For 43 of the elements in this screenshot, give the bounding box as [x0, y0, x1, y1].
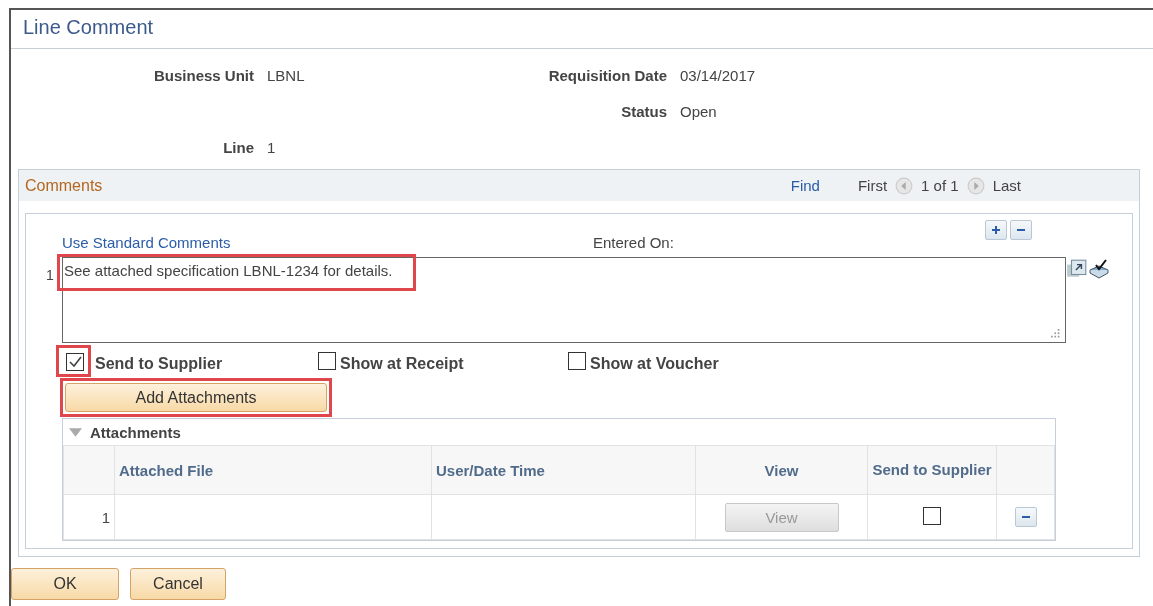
- group-title: Comments: [24, 176, 103, 195]
- field-label: Line: [223, 139, 254, 156]
- column-header: Send to Supplier: [867, 445, 997, 495]
- column-header: User/Date Time: [431, 445, 696, 495]
- minus-icon: [1016, 228, 1026, 232]
- field-label: Status: [621, 103, 667, 120]
- add-attachments-button[interactable]: Add Attachments: [65, 383, 327, 412]
- spellcheck-icon[interactable]: [1088, 258, 1110, 280]
- field-label: Requisition Date: [548, 67, 667, 84]
- find-link[interactable]: Find: [790, 177, 820, 194]
- checkbox[interactable]: [318, 352, 336, 370]
- entered-on-label: Entered On:: [593, 234, 674, 251]
- add-row-button[interactable]: [985, 220, 1007, 240]
- grid-title: Attachments: [90, 423, 181, 441]
- last-label: Last: [992, 177, 1021, 194]
- row-number: 1: [46, 266, 55, 283]
- field-label: Business Unit: [153, 67, 254, 84]
- resize-grip-icon[interactable]: [1051, 329, 1060, 338]
- expand-icon[interactable]: [1066, 258, 1088, 280]
- checkbox-label: Show at Receipt: [340, 354, 464, 373]
- column-header: View: [695, 445, 868, 495]
- standard-comments-link[interactable]: Use Standard Comments: [62, 234, 593, 251]
- first-label: First: [857, 177, 888, 194]
- comment-text: See attached specification LBNL-1234 for details.: [64, 262, 393, 279]
- field-value: LBNL: [266, 67, 306, 84]
- checkbox-label: Show at Voucher: [590, 354, 719, 373]
- field-value: 1: [266, 139, 277, 156]
- column-header: Attached File: [114, 445, 432, 495]
- checkbox[interactable]: [568, 352, 586, 370]
- window-title: Line Comment: [11, 10, 1153, 49]
- minus-icon: [1020, 515, 1031, 519]
- delete-row-button[interactable]: [1014, 507, 1037, 527]
- field-value: Open: [679, 103, 718, 120]
- checkbox-label: Send to Supplier: [95, 354, 223, 373]
- dialog-button[interactable]: OK: [11, 568, 119, 600]
- checkbox[interactable]: [66, 353, 84, 371]
- page-count: 1 of 1: [921, 177, 959, 194]
- dialog-button[interactable]: Cancel: [130, 568, 226, 600]
- row-number: 1: [63, 494, 115, 540]
- field-value: 03/14/2017: [679, 67, 757, 84]
- checkbox[interactable]: [923, 506, 941, 525]
- delete-row-button[interactable]: [1010, 220, 1032, 240]
- plus-icon: [991, 225, 1001, 235]
